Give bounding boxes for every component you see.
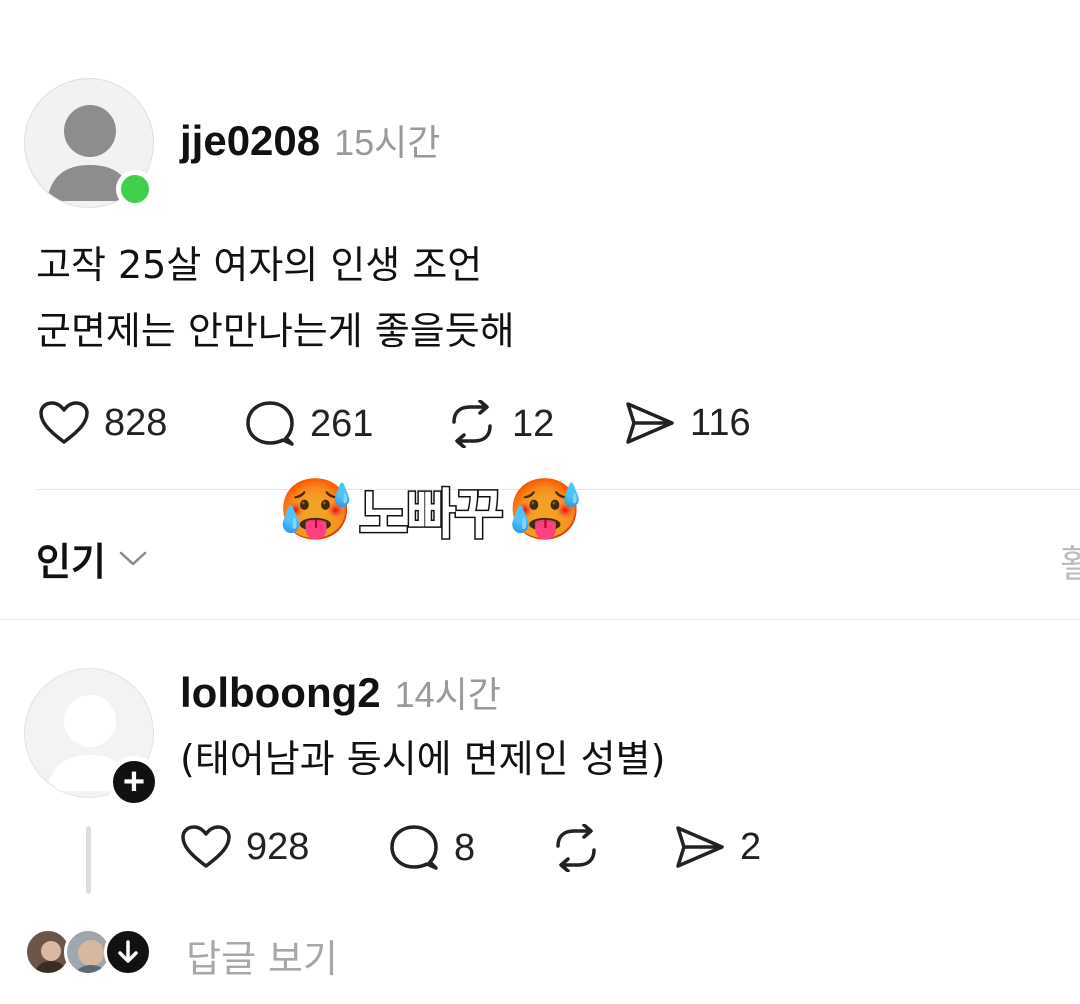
reply-share-button[interactable]: 2	[674, 824, 761, 870]
heart-icon	[39, 401, 89, 444]
reply-comment-button[interactable]: 8	[388, 824, 475, 872]
reply-username[interactable]: lolboong2	[180, 669, 381, 717]
post-text-line-2: 군면제는 안만나는게 좋을듯해	[36, 309, 515, 353]
activity-label-cut[interactable]: 활	[1060, 533, 1080, 588]
sticker-overlay: 🥵 노빠꾸 🥵	[278, 470, 582, 549]
sticker-text: 노빠꾸	[357, 482, 505, 548]
like-count: 828	[104, 401, 168, 444]
follow-button[interactable]: +	[108, 756, 160, 808]
comment-count: 261	[310, 402, 374, 445]
expand-replies-button[interactable]	[104, 928, 152, 976]
thread-line	[86, 826, 91, 894]
like-button[interactable]: 828	[38, 400, 167, 446]
reply-share-count: 2	[740, 825, 762, 868]
view-replies-link[interactable]: 답글 보기	[186, 928, 338, 983]
share-count: 116	[690, 401, 751, 444]
repost-count: 12	[512, 402, 555, 445]
share-icon	[626, 402, 674, 444]
reply-like-count: 928	[246, 825, 310, 868]
sort-dropdown[interactable]: 인기	[36, 531, 148, 586]
reply-like-button[interactable]: 928	[180, 824, 309, 870]
post-text-line-1: 고작 25살 여자의 인생 조언	[36, 243, 483, 287]
reply-text: (태어남과 동시에 면제인 성별)	[180, 737, 666, 781]
reply-repost-button[interactable]	[550, 824, 602, 872]
repost-icon	[452, 400, 492, 448]
replier-avatars[interactable]	[24, 928, 152, 976]
post-time: 15시간	[334, 122, 441, 163]
section-divider	[0, 619, 1080, 620]
comment-icon	[246, 401, 294, 446]
comment-icon	[390, 825, 438, 870]
repost-icon	[556, 824, 596, 872]
hot-face-emoji: 🥵	[507, 474, 583, 545]
reply-comment-count: 8	[454, 826, 476, 869]
heart-icon	[181, 825, 231, 868]
online-status-dot	[116, 170, 154, 208]
hot-face-emoji: 🥵	[278, 474, 353, 545]
repost-button[interactable]: 12	[446, 400, 554, 448]
sort-label: 인기	[36, 540, 106, 584]
share-button[interactable]: 116	[624, 400, 751, 446]
chevron-down-icon	[119, 551, 147, 565]
reply-time: 14시간	[394, 674, 501, 715]
post-username[interactable]: jje0208	[180, 117, 320, 165]
arrow-down-icon	[118, 940, 138, 963]
comment-button[interactable]: 261	[244, 400, 373, 448]
share-icon	[676, 826, 724, 868]
